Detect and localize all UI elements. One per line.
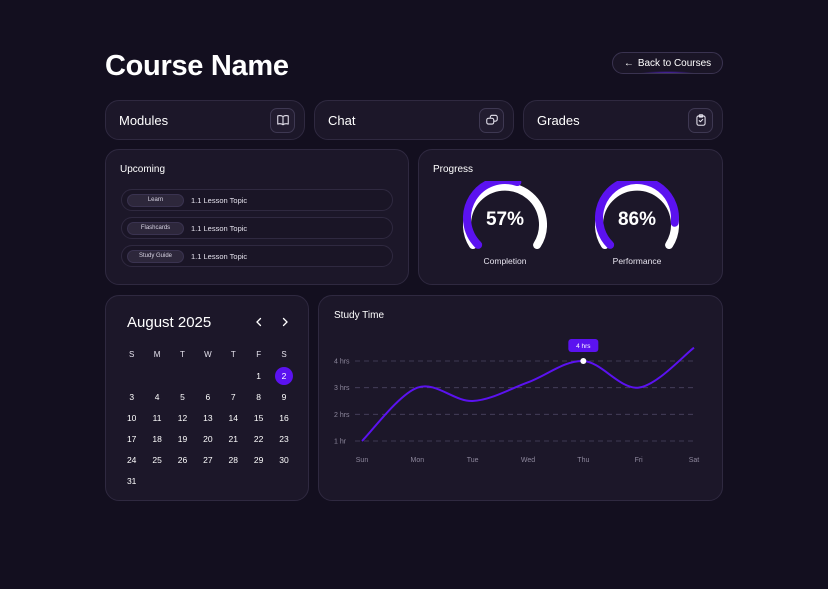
weekday-header: S [129, 350, 135, 359]
calendar-day[interactable]: 1 [246, 365, 271, 386]
tooltip-label: 4 hrs [576, 343, 591, 350]
upcoming-title: Upcoming [120, 164, 166, 175]
back-to-courses-button[interactable]: ← Back to Courses [612, 52, 723, 74]
x-tick-label: Thu [577, 457, 589, 464]
modules-card[interactable]: Modules [105, 100, 305, 140]
arrow-left-icon: ← [623, 57, 634, 69]
upcoming-topic: 1.1 Lesson Topic [191, 223, 248, 233]
calendar-day[interactable]: 29 [246, 449, 271, 470]
x-tick-label: Tue [467, 457, 479, 464]
performance-gauge: 86% Performance [595, 181, 679, 267]
calendar-empty-cell [195, 365, 220, 386]
performance-label: Performance [612, 256, 662, 266]
calendar-empty-cell [144, 365, 169, 386]
chat-card[interactable]: Chat [314, 100, 514, 140]
calendar-empty-cell [119, 365, 144, 386]
upcoming-item[interactable]: Flashcards 1.1 Lesson Topic [121, 217, 393, 239]
calendar-day[interactable]: 31 [119, 470, 144, 491]
x-tick-label: Fri [635, 457, 644, 464]
calendar-empty-cell [170, 365, 195, 386]
upcoming-item[interactable]: Learn 1.1 Lesson Topic [121, 189, 393, 211]
book-icon [270, 107, 295, 133]
chat-label: Chat [328, 112, 356, 128]
weekday-header: T [230, 350, 236, 359]
grades-label: Grades [537, 112, 580, 128]
performance-value: 86% [617, 209, 657, 230]
calendar-day[interactable]: 12 [170, 407, 195, 428]
clipboard-check-icon [688, 107, 713, 133]
calendar-day[interactable]: 26 [170, 449, 195, 470]
grades-card[interactable]: Grades [523, 100, 723, 140]
calendar-day[interactable]: 28 [221, 449, 246, 470]
upcoming-tag: Learn [127, 193, 184, 207]
study-time-line [361, 346, 695, 442]
calendar-day[interactable]: 7 [221, 386, 246, 407]
calendar-day[interactable]: 20 [195, 428, 220, 449]
weekday-header: F [256, 350, 262, 359]
calendar-day[interactable]: 8 [246, 386, 271, 407]
upcoming-item[interactable]: Study Guide 1.1 Lesson Topic [121, 245, 393, 267]
calendar-day[interactable]: 9 [271, 386, 296, 407]
calendar-empty-cell [221, 365, 246, 386]
modules-label: Modules [119, 112, 169, 128]
weekday-header: S [281, 350, 287, 359]
calendar-day[interactable]: 11 [144, 407, 169, 428]
calendar-day[interactable]: 27 [195, 449, 220, 470]
calendar-day[interactable]: 5 [170, 386, 195, 407]
weekday-header: T [180, 350, 185, 359]
calendar-day[interactable]: 15 [246, 407, 271, 428]
y-tick-label: 2 hrs [334, 412, 350, 419]
completion-label: Completion [483, 256, 527, 266]
x-tick-label: Sat [689, 457, 700, 464]
progress-card: Progress 57% Completion 86% Performance [418, 149, 723, 285]
calendar-day[interactable]: 17 [119, 428, 144, 449]
chevron-left-icon[interactable] [251, 314, 267, 330]
upcoming-tag: Flashcards [127, 221, 184, 235]
progress-title: Progress [433, 164, 474, 175]
calendar-day[interactable]: 10 [119, 407, 144, 428]
calendar-day[interactable]: 14 [221, 407, 246, 428]
page-title: Course Name [105, 50, 289, 82]
x-tick-label: Mon [411, 457, 425, 464]
calendar-day-selected[interactable]: 2 [271, 365, 296, 386]
calendar-day[interactable]: 13 [195, 407, 220, 428]
calendar-day[interactable]: 3 [119, 386, 144, 407]
back-button-label: Back to Courses [637, 57, 712, 69]
upcoming-topic: 1.1 Lesson Topic [191, 195, 248, 205]
x-tick-label: Sun [356, 457, 369, 464]
completion-value: 57% [485, 209, 525, 230]
calendar-day[interactable]: 30 [271, 449, 296, 470]
y-tick-label: 1 hr [334, 439, 347, 446]
calendar-month: August 2025 [127, 314, 212, 331]
x-tick-label: Wed [521, 457, 535, 464]
calendar-day[interactable]: 23 [271, 428, 296, 449]
calendar-day[interactable]: 18 [144, 428, 169, 449]
calendar-day[interactable]: 19 [170, 428, 195, 449]
calendar-card: August 2025 S M T W T F S 1 2 3 4 5 6 7 8 9 10 11 12 13 14 15… [105, 295, 309, 501]
weekday-header: W [204, 350, 212, 359]
y-tick-label: 3 hrs [334, 385, 350, 392]
calendar-day[interactable]: 6 [195, 386, 220, 407]
chevron-right-icon[interactable] [277, 314, 293, 330]
completion-gauge: 57% Completion [463, 181, 547, 267]
study-time-card: Study Time 1 hr 2 hrs 3 hrs 4 hrs Sun Mon Tue W… [318, 295, 723, 501]
calendar-grid: S M T W T F S 1 2 3 4 5 6 7 8 9 10 11 12 13 14 15 16 17 18 19 20 21… [119, 344, 296, 491]
upcoming-card: Upcoming Learn 1.1 Lesson Topic Flashcar… [105, 149, 409, 285]
calendar-day[interactable]: 22 [246, 428, 271, 449]
upcoming-topic: 1.1 Lesson Topic [191, 251, 248, 261]
upcoming-tag: Study Guide [127, 249, 184, 263]
calendar-day[interactable]: 24 [119, 449, 144, 470]
calendar-day[interactable]: 4 [144, 386, 169, 407]
y-tick-label: 4 hrs [334, 359, 350, 366]
weekday-header: M [153, 350, 161, 359]
study-time-chart: 1 hr 2 hrs 3 hrs 4 hrs Sun Mon Tue Wed Thu Fri Sat… [334, 339, 700, 464]
tooltip-point [580, 358, 587, 364]
calendar-day[interactable]: 21 [221, 428, 246, 449]
chat-icon [479, 107, 504, 133]
calendar-day[interactable]: 25 [144, 449, 169, 470]
calendar-day[interactable]: 16 [271, 407, 296, 428]
